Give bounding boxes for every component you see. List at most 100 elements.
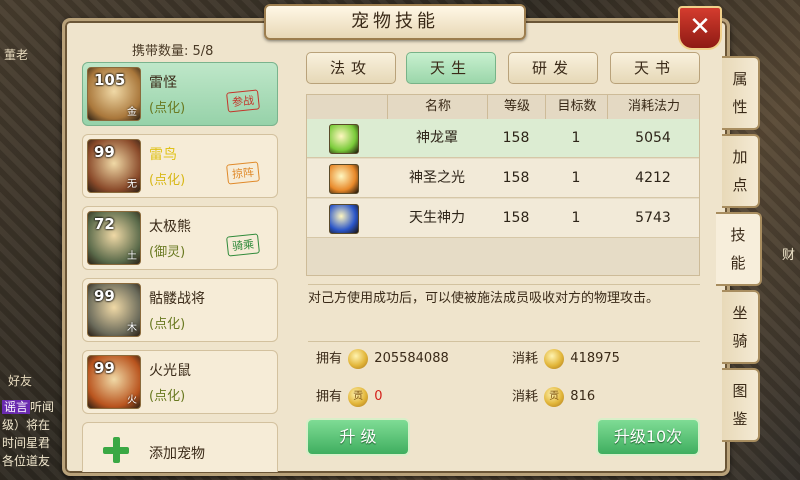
side-tab-4[interactable]: 图鉴	[722, 368, 760, 442]
skill-level: 158	[502, 210, 530, 226]
header-icon-col	[307, 95, 387, 119]
gold-coin-icon	[544, 349, 565, 369]
chat-line-1: 级）将在	[2, 418, 51, 432]
side-tab-label: 属性	[732, 70, 748, 116]
tribute-cost-value: 816	[570, 389, 596, 404]
pet-avatar: 105 金	[87, 67, 141, 121]
pet-count: 携带数量: 5/8	[132, 40, 213, 59]
pet-name: 火光鼠	[149, 363, 191, 379]
gold-owned: 拥有 205584088	[316, 348, 449, 370]
page-title: 宠物技能	[264, 4, 526, 40]
tribute-coin-icon: 贡	[348, 387, 369, 407]
skill-table: 名称 等级 目标数 消耗法力 神龙罩 158 1 5054 神圣之光 158 1 4212 天生…	[306, 94, 700, 276]
add-pet-label: 添加宠物	[149, 446, 205, 462]
chat-tag: 谣言	[2, 400, 31, 414]
pet-item[interactable]: 72 土 太极熊 (御灵) 骑乘	[82, 206, 278, 270]
table-header: 名称 等级 目标数 消耗法力	[307, 95, 699, 120]
gold-cost: 消耗 418975	[512, 348, 620, 370]
upgrade-10-button[interactable]: 升级10次	[596, 418, 700, 456]
skill-name: 神龙罩	[416, 130, 458, 146]
tab-2[interactable]: 研发	[508, 52, 598, 84]
pet-element: 无	[127, 179, 137, 190]
pet-name: 太极熊	[149, 219, 191, 235]
pet-avatar: 99 木	[87, 283, 141, 337]
side-tab-0[interactable]: 属性	[722, 56, 760, 130]
pet-item[interactable]: 99 火 火光鼠 (点化)	[82, 350, 278, 414]
gold-owned-label: 拥有	[316, 351, 343, 367]
pet-status-stamp: 参战	[226, 89, 260, 113]
gold-owned-value: 205584088	[374, 351, 449, 366]
side-tab-label: 加点	[732, 148, 748, 194]
innate-power-icon	[329, 204, 359, 234]
npc-name: 董老	[4, 48, 29, 62]
pet-count-value: 5/8	[192, 44, 214, 59]
chat-line-3: 各位道友	[2, 454, 51, 468]
holy-light-icon	[329, 164, 359, 194]
pet-type: (点化)	[149, 389, 186, 404]
header-name: 名称	[387, 95, 488, 119]
side-tab-label: 技能	[730, 226, 746, 272]
friend-label[interactable]: 好友	[8, 372, 32, 389]
pet-type: (点化)	[149, 101, 186, 116]
skill-level: 158	[502, 130, 530, 146]
close-button[interactable]: ✕	[678, 6, 722, 50]
upgrade-button[interactable]: 升 级	[306, 418, 410, 456]
side-tab-label: 坐骑	[732, 304, 748, 350]
pet-level: 105	[94, 71, 126, 89]
skill-targets: 1	[571, 210, 581, 226]
skill-targets: 1	[571, 130, 581, 146]
pet-name: 雷怪	[149, 75, 177, 91]
skill-category-tabs: 法攻 天生 研发 天书	[306, 52, 710, 84]
add-pet-button[interactable]: 添加宠物	[82, 422, 278, 472]
dragon-shield-icon	[329, 124, 359, 154]
skill-mana: 5743	[635, 210, 671, 226]
skill-level: 158	[502, 170, 530, 186]
pet-item[interactable]: 99 无 雷鸟 (点化) 掠阵	[82, 134, 278, 198]
tribute-coin-icon: 贡	[544, 387, 565, 407]
pet-list[interactable]: 105 金 雷怪 (点化) 参战 99 无 雷鸟 (点化) 掠阵 72 土 太极熊 (御灵) 骑乘 99 木 骷髅…	[82, 62, 278, 472]
pet-level: 99	[94, 359, 115, 377]
tribute-owned-value: 0	[374, 389, 383, 404]
header-level: 等级	[487, 95, 546, 119]
skill-targets: 1	[571, 170, 581, 186]
chat-line-2: 时间星君	[2, 436, 51, 450]
side-tab-3[interactable]: 坐骑	[722, 290, 760, 364]
table-row[interactable]: 天生神力 158 1 5743	[307, 199, 699, 238]
tribute-cost: 消耗 贡 816	[512, 386, 595, 408]
pet-avatar: 99 无	[87, 139, 141, 193]
table-row[interactable]: 神圣之光 158 1 4212	[307, 159, 699, 198]
tribute-owned: 拥有 贡 0	[316, 386, 383, 408]
side-tab-1[interactable]: 加点	[722, 134, 760, 208]
side-tab-label: 图鉴	[732, 382, 748, 428]
pet-item[interactable]: 105 金 雷怪 (点化) 参战	[82, 62, 278, 126]
gold-coin-icon	[348, 349, 369, 369]
skill-mana: 5054	[635, 130, 671, 146]
skill-name: 神圣之光	[409, 170, 465, 186]
pet-avatar: 72 土	[87, 211, 141, 265]
background-text-right: 财	[782, 248, 796, 263]
pet-item[interactable]: 99 木 骷髅战将 (点化)	[82, 278, 278, 342]
side-tab-2[interactable]: 技能	[716, 212, 762, 286]
tab-0[interactable]: 法攻	[306, 52, 396, 84]
tab-3[interactable]: 天书	[610, 52, 700, 84]
pet-element: 火	[127, 395, 137, 406]
header-targets: 目标数	[545, 95, 608, 119]
table-row[interactable]: 神龙罩 158 1 5054	[307, 119, 699, 158]
skill-name: 天生神力	[409, 210, 465, 226]
pet-type: (御灵)	[149, 245, 186, 260]
pet-type: (点化)	[149, 317, 186, 332]
tribute-cost-label: 消耗	[512, 389, 539, 405]
pet-level: 99	[94, 287, 115, 305]
chat-line-0: 听闻	[30, 400, 55, 414]
gold-cost-value: 418975	[570, 351, 620, 366]
pet-level: 99	[94, 143, 115, 161]
pet-name: 骷髅战将	[149, 291, 205, 307]
tab-1[interactable]: 天生	[406, 52, 496, 84]
chat-panel[interactable]: 谣言 听闻 级）将在 时间星君 各位道友	[2, 398, 62, 470]
pet-element: 土	[127, 251, 137, 262]
pet-status-stamp: 骑乘	[226, 233, 260, 257]
skill-mana: 4212	[635, 170, 671, 186]
plus-icon	[103, 437, 129, 463]
skill-description: 对己方使用成功后，可以使被施法成员吸收对方的物理攻击。	[308, 284, 700, 342]
pet-element: 金	[127, 107, 137, 118]
